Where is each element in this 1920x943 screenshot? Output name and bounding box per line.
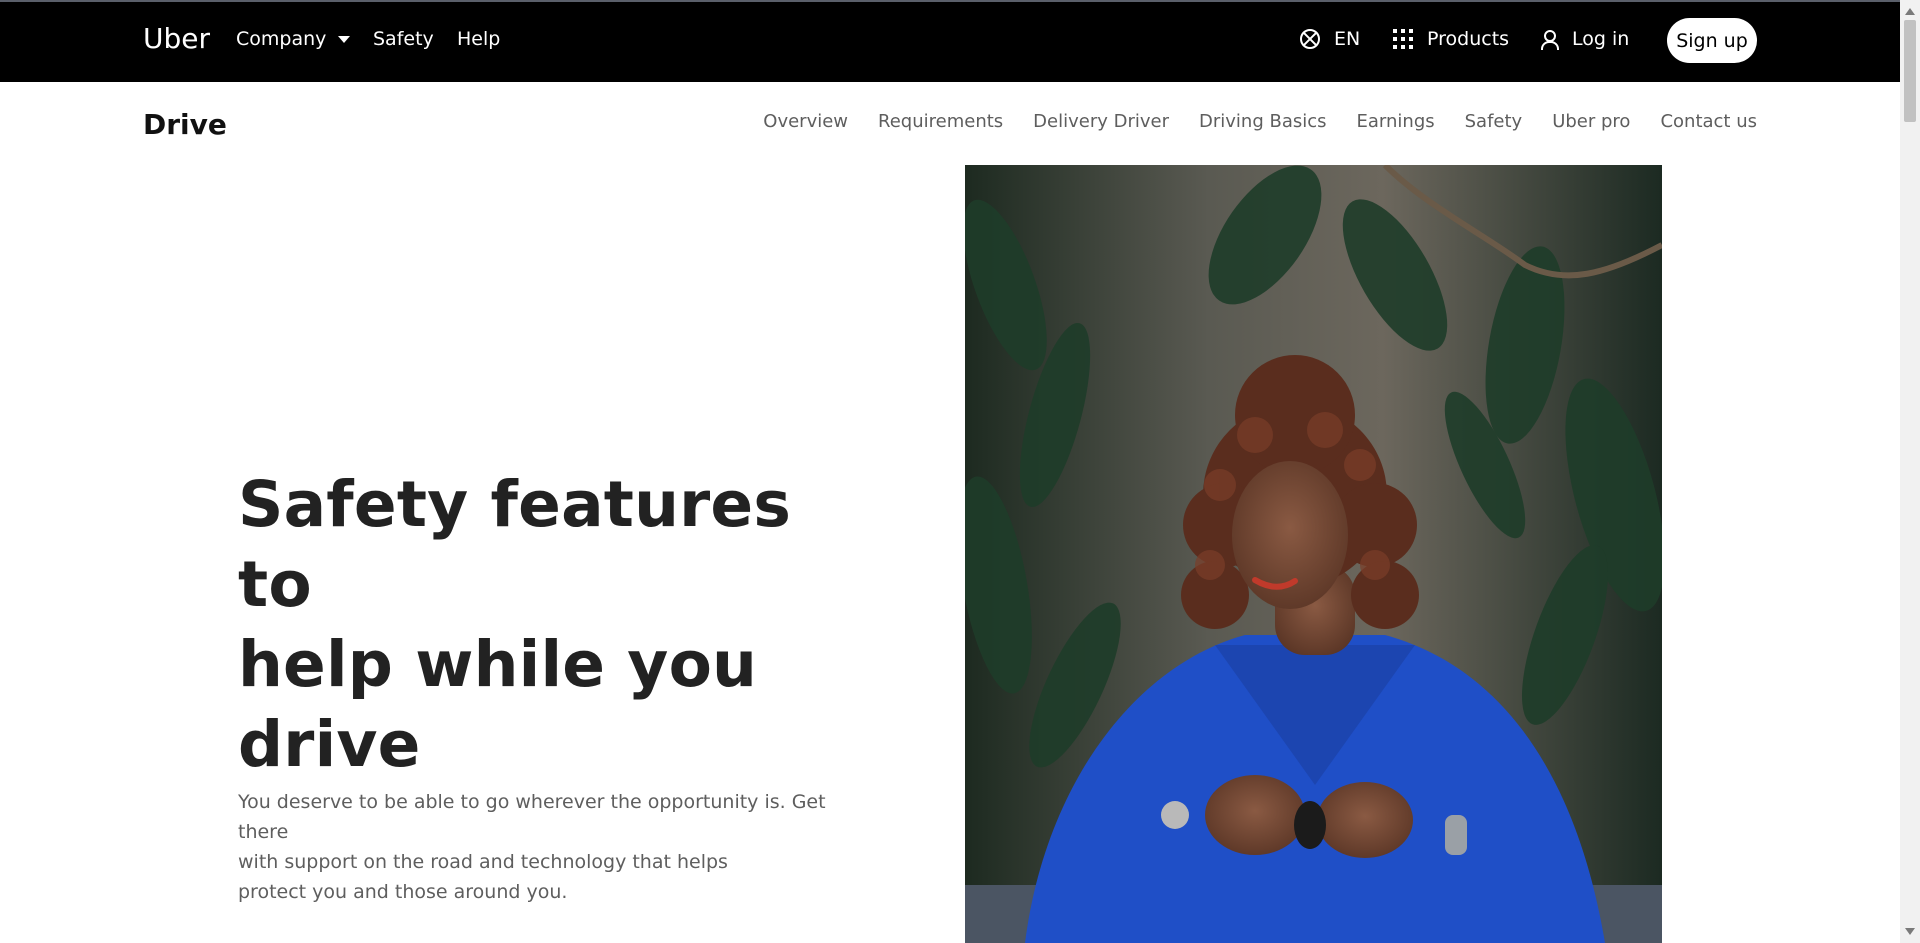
- subnav-links: Overview Requirements Delivery Driver Dr…: [763, 111, 1757, 132]
- subnav-link-earnings[interactable]: Earnings: [1357, 111, 1435, 132]
- language-label: EN: [1334, 28, 1361, 50]
- hero-title: Safety features to help while you drive: [238, 465, 858, 785]
- login-button[interactable]: Log in: [1540, 28, 1629, 50]
- hero-description: You deserve to be able to go wherever th…: [238, 787, 838, 907]
- hero-description-line-3: protect you and those around you.: [238, 881, 568, 903]
- hero-title-line-1: Safety features to: [238, 468, 792, 621]
- hero-description-line-2: with support on the road and technology …: [238, 851, 728, 873]
- safety-link-label: Safety: [373, 28, 434, 50]
- help-link-label: Help: [457, 28, 501, 50]
- company-menu-button[interactable]: Company: [236, 28, 351, 50]
- subnav-link-delivery-driver[interactable]: Delivery Driver: [1033, 111, 1169, 132]
- signup-label: Sign up: [1676, 29, 1748, 52]
- subnav-link-requirements[interactable]: Requirements: [878, 111, 1003, 132]
- hero-photo-illustration: [965, 165, 1662, 943]
- grid-icon: [1393, 29, 1413, 49]
- hero-title-line-2: help while you drive: [238, 628, 758, 781]
- company-menu-label: Company: [236, 28, 327, 50]
- subnav-link-driving-basics[interactable]: Driving Basics: [1199, 111, 1327, 132]
- caret-down-icon: [338, 35, 351, 43]
- login-label: Log in: [1572, 28, 1630, 50]
- subnav-title[interactable]: Drive: [143, 108, 227, 141]
- subnav-link-safety[interactable]: Safety: [1465, 111, 1523, 132]
- help-link[interactable]: Help: [457, 28, 500, 50]
- hero-description-line-1: You deserve to be able to go wherever th…: [238, 791, 826, 843]
- scrollbar-thumb[interactable]: [1904, 20, 1916, 122]
- subnav-link-uber-pro[interactable]: Uber pro: [1552, 111, 1630, 132]
- signup-button[interactable]: Sign up: [1667, 18, 1757, 63]
- top-navigation-bar: Uber Company Safety Help EN Products Log…: [0, 0, 1900, 82]
- drive-subnavigation: Drive Overview Requirements Delivery Dri…: [0, 82, 1900, 162]
- hero-photo-driver: [965, 165, 1662, 943]
- hero-text: Safety features to help while you drive …: [238, 465, 858, 907]
- products-menu-button[interactable]: Products: [1393, 28, 1509, 50]
- scroll-up-arrow-icon[interactable]: [1905, 8, 1915, 15]
- globe-icon: [1300, 29, 1320, 49]
- safety-link[interactable]: Safety: [373, 28, 434, 50]
- subnav-link-overview[interactable]: Overview: [763, 111, 848, 132]
- products-label: Products: [1427, 28, 1510, 50]
- page: Uber Company Safety Help EN Products Log…: [0, 0, 1900, 943]
- language-selector[interactable]: EN: [1300, 28, 1360, 50]
- uber-logo[interactable]: Uber: [143, 22, 210, 55]
- user-icon: [1540, 29, 1559, 50]
- scroll-down-arrow-icon[interactable]: [1905, 928, 1915, 935]
- vertical-scrollbar[interactable]: [1900, 0, 1920, 943]
- subnav-link-contact-us[interactable]: Contact us: [1660, 111, 1757, 132]
